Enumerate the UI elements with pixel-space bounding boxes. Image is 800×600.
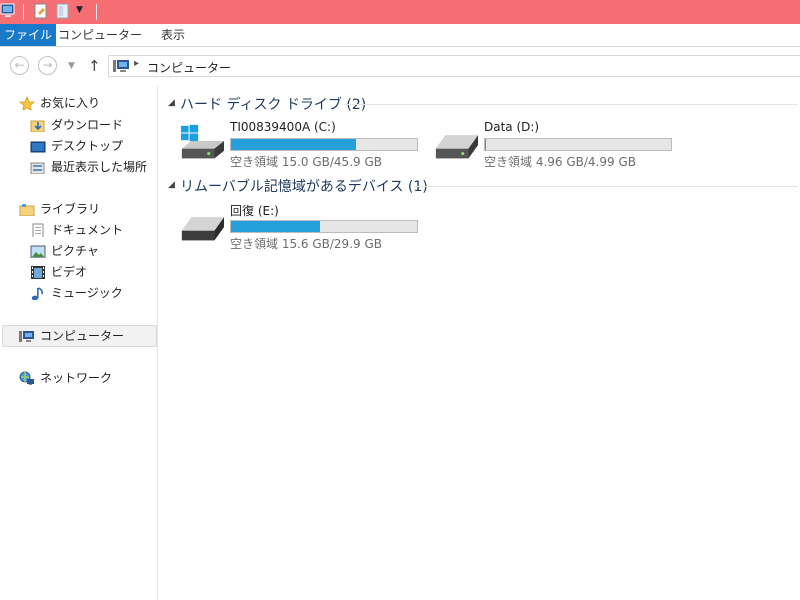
documents-icon [32,223,44,237]
drive-free-space: 空き領域 15.6 GB/29.9 GB [230,237,382,251]
music-note-icon [31,287,43,300]
breadcrumb-chevron-icon[interactable]: ▸ [134,58,139,69]
recent-locations-chevron-icon[interactable]: ▼ [68,61,75,71]
forward-button[interactable]: → [38,56,57,75]
group-header-removable-storage[interactable]: ◢ リムーバブル記憶域があるデバイス (1) [168,176,798,196]
ribbon: ファイル コンピューター 表示 [0,24,800,47]
navigation-pane: お気に入り ダウンロード デスクトップ 最近表示した場所 ライブラリ ドキュメン… [0,86,158,600]
drive-item-d[interactable]: Data (D:) 空き領域 4.96 GB/4.99 GB [431,120,681,172]
group-header-hard-disk-drives[interactable]: ◢ ハード ディスク ドライブ (2) [168,94,798,114]
drive-name: 回復 (E:) [230,204,279,218]
drive-name: TI00839400A (C:) [230,120,336,134]
group-divider [414,186,798,187]
computer-icon [19,331,34,342]
tab-file[interactable]: ファイル [0,24,56,46]
pictures-icon [30,245,46,258]
toolbar-separator [96,4,97,20]
drive-usage-fill [485,139,486,150]
tab-view[interactable]: 表示 [152,24,194,46]
computer-icon[interactable] [0,3,18,19]
drive-usage-bar [230,138,418,151]
recent-places-icon [30,162,45,174]
libraries-icon [19,204,35,216]
drive-item-e[interactable]: 回復 (E:) 空き領域 15.6 GB/29.9 GB [177,202,427,254]
collapse-triangle-icon[interactable]: ◢ [168,180,175,190]
hard-drive-icon [181,217,224,241]
computer-icon [113,60,129,72]
drive-free-space: 空き領域 4.96 GB/4.99 GB [484,155,636,169]
breadcrumb-computer[interactable]: コンピューター [147,59,231,76]
group-divider [344,104,798,105]
drive-free-space: 空き領域 15.0 GB/45.9 GB [230,155,382,169]
new-folder-icon[interactable] [55,3,71,21]
title-bar: ▼ [0,0,800,24]
drive-usage-fill [231,221,320,232]
drive-item-c[interactable]: TI00839400A (C:) 空き領域 15.0 GB/45.9 GB [177,120,427,172]
drive-usage-bar [230,220,418,233]
hard-drive-icon [435,135,478,159]
videos-icon [31,266,45,279]
toolbar-separator [23,4,24,20]
drive-usage-bar [484,138,672,151]
star-icon [19,96,35,110]
customize-chevron-icon[interactable]: ▼ [76,5,83,15]
network-icon [19,371,34,385]
drive-name: Data (D:) [484,120,540,134]
collapse-triangle-icon[interactable]: ◢ [168,98,175,108]
up-arrow-icon[interactable]: ↑ [88,57,101,75]
address-bar[interactable]: ▸ コンピューター [108,55,800,77]
drive-usage-fill [231,139,356,150]
downloads-folder-icon [30,120,45,132]
properties-icon[interactable] [33,3,49,21]
tab-computer[interactable]: コンピューター [58,24,142,46]
back-button[interactable]: ← [10,56,29,75]
desktop-icon [30,141,46,153]
windows-system-drive-icon [180,124,224,159]
